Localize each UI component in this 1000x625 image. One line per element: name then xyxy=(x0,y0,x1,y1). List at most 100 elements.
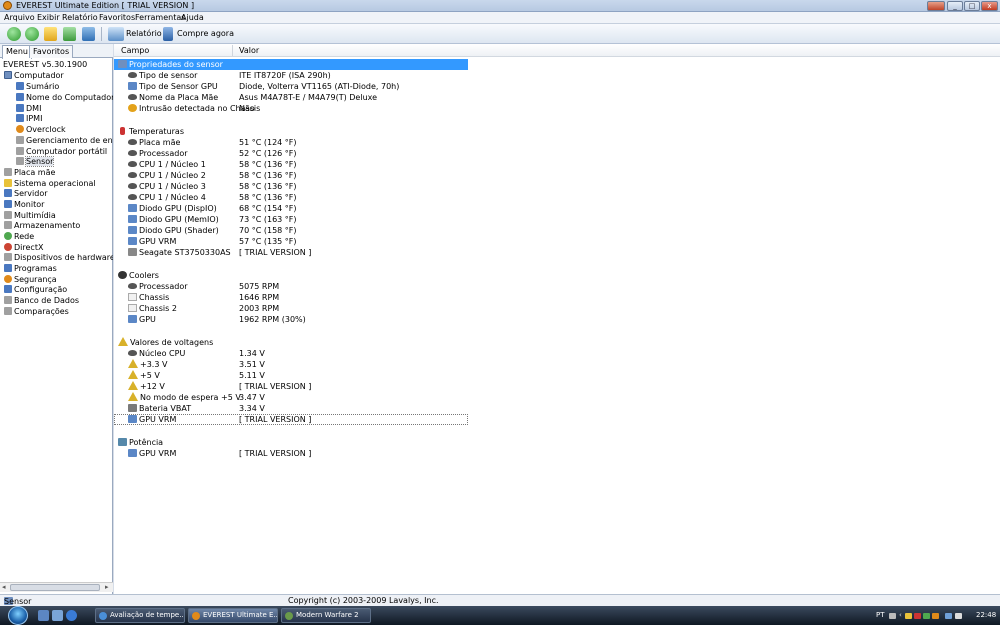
refresh-icon[interactable] xyxy=(63,27,76,41)
list-item[interactable]: Bateria VBAT 3.34 V xyxy=(114,403,468,414)
up-icon[interactable] xyxy=(44,27,57,41)
forward-icon[interactable] xyxy=(25,27,39,41)
tree-item-seguranca[interactable]: Segurança xyxy=(4,275,57,285)
buy-now-button[interactable]: Compre agora xyxy=(177,29,234,39)
section-header-potencia[interactable]: Potência xyxy=(114,437,468,448)
switch-windows-icon[interactable] xyxy=(52,610,63,621)
list-item[interactable]: CPU 1 / Núcleo 3 58 °C (136 °F) xyxy=(114,181,468,192)
tree-item-dispositivos-de-hardware[interactable]: Dispositivos de hardware xyxy=(4,253,113,263)
tab-menu[interactable]: Menu xyxy=(2,45,32,59)
tree-item-monitor[interactable]: Monitor xyxy=(4,200,44,210)
title-bar[interactable]: EVEREST Ultimate Edition [ TRIAL VERSION… xyxy=(0,0,1000,12)
tree-item-ipmi[interactable]: IPMI xyxy=(16,114,42,124)
scroll-right-icon[interactable]: ▸ xyxy=(105,583,109,592)
scroll-left-icon[interactable]: ◂ xyxy=(2,583,6,592)
volume-icon[interactable] xyxy=(955,613,962,619)
list-item[interactable]: CPU 1 / Núcleo 1 58 °C (136 °F) xyxy=(114,159,468,170)
buy-now-icon[interactable] xyxy=(163,27,173,41)
tree-item-rede[interactable]: Rede xyxy=(4,232,34,242)
tree-item-placa-mae[interactable]: Placa mãe xyxy=(4,168,55,178)
section-header-temperaturas[interactable]: Temperaturas xyxy=(114,126,468,137)
list-item[interactable]: Núcleo CPU 1.34 V xyxy=(114,348,468,359)
menu-favoritos[interactable]: Favoritos xyxy=(99,13,135,23)
list-item[interactable]: No modo de espera +5 V 3.47 V xyxy=(114,392,468,403)
back-icon[interactable] xyxy=(7,27,21,41)
tree-item-computador-portatil[interactable]: Computador portátil xyxy=(16,147,107,157)
section-header-propriedades-do-sensor[interactable]: Propriedades do sensor xyxy=(114,59,468,70)
menu-ajuda[interactable]: Ajuda xyxy=(181,13,204,23)
list-item[interactable]: +5 V 5.11 V xyxy=(114,370,468,381)
list-item[interactable]: Diodo GPU (MemIO) 73 °C (163 °F) xyxy=(114,214,468,225)
maximize-button[interactable]: □ xyxy=(964,1,980,11)
show-desktop-icon[interactable] xyxy=(38,610,49,621)
internet-explorer-icon[interactable] xyxy=(66,610,77,621)
tray-alert-icon[interactable] xyxy=(914,613,921,619)
tree-item-overclock[interactable]: Overclock xyxy=(16,125,66,135)
list-item[interactable]: Placa mãe 51 °C (124 °F) xyxy=(114,137,468,148)
report-button[interactable]: Relatório xyxy=(126,29,162,39)
tray-everest-icon[interactable] xyxy=(932,613,939,619)
list-item[interactable]: Tipo de sensor ITE IT8720F (ISA 290h) xyxy=(114,70,468,81)
close-button[interactable]: x xyxy=(981,1,998,11)
list-item[interactable]: Diodo GPU (Shader) 70 °C (158 °F) xyxy=(114,225,468,236)
list-item[interactable]: GPU VRM[ TRIAL VERSION ] xyxy=(114,448,468,459)
tree-item-nome-do-computador[interactable]: Nome do Computador xyxy=(16,93,113,103)
section-header-coolers[interactable]: Coolers xyxy=(114,270,468,281)
minimize-button[interactable]: _ xyxy=(947,1,963,11)
taskbar-item-modern-warfare[interactable]: Modern Warfare 2 xyxy=(281,608,371,623)
list-item[interactable]: Processador 5075 RPM xyxy=(114,281,468,292)
tree-item-configuracao[interactable]: Configuração xyxy=(4,285,67,295)
column-divider[interactable] xyxy=(232,45,233,56)
taskbar-item-avaliacao[interactable]: Avaliação de tempe... xyxy=(95,608,185,623)
list-item[interactable]: Seagate ST3750330AS[ TRIAL VERSION ] xyxy=(114,247,468,258)
navigation-horizontal-scrollbar[interactable]: ◂ ▸ xyxy=(0,582,113,592)
menu-relatorio[interactable]: Relatório xyxy=(62,13,98,23)
list-item[interactable]: Diodo GPU (DispIO) 68 °C (154 °F) xyxy=(114,203,468,214)
column-header-value[interactable]: Valor xyxy=(239,46,259,55)
tree-item-sumario[interactable]: Sumário xyxy=(16,82,59,92)
tree-item-directx[interactable]: DirectX xyxy=(4,243,43,253)
list-item[interactable]: +12 V[ TRIAL VERSION ] xyxy=(114,381,468,392)
tree-item-banco-de-dados[interactable]: Banco de Dados xyxy=(4,296,79,306)
report-icon[interactable] xyxy=(108,27,124,41)
taskbar-item-everest[interactable]: EVEREST Ultimate E... xyxy=(188,608,278,623)
list-item[interactable]: Nome da Placa Mãe Asus M4A78T-E / M4A79(T… xyxy=(114,92,468,103)
keyboard-icon[interactable] xyxy=(889,613,896,619)
list-item[interactable]: GPU VRM 57 °C (135 °F) xyxy=(114,236,468,247)
tree-item-gerenciamento-de-energia[interactable]: Gerenciamento de energia xyxy=(16,136,113,146)
scrollbar-thumb[interactable] xyxy=(10,584,100,591)
tray-app-icon[interactable] xyxy=(905,613,912,619)
tree-item-dmi[interactable]: DMI xyxy=(16,104,41,114)
tray-status-icon[interactable] xyxy=(923,613,930,619)
clock[interactable]: 22:48 xyxy=(976,608,996,623)
tray-expand-icon[interactable]: ‹ xyxy=(899,608,902,623)
list-item[interactable]: Processador 52 °C (126 °F) xyxy=(114,148,468,159)
everest-app-icon[interactable] xyxy=(3,1,12,10)
list-item[interactable]: Chassis 1646 RPM xyxy=(114,292,468,303)
users-icon[interactable] xyxy=(82,27,95,41)
language-indicator[interactable]: PT xyxy=(876,608,885,623)
tree-item-multimidia[interactable]: Multimídia xyxy=(4,211,56,221)
tab-favoritos[interactable]: Favoritos xyxy=(29,45,74,58)
list-item[interactable]: Intrusão detectada no Chassis Não xyxy=(114,103,468,114)
column-header-field[interactable]: Campo xyxy=(121,46,149,55)
tree-item-comparacoes[interactable]: Comparações xyxy=(4,307,69,317)
tree-item-sensor[interactable]: Sensor xyxy=(16,156,55,167)
list-item[interactable]: GPU VRM[ TRIAL VERSION ] xyxy=(114,414,468,425)
list-item[interactable]: Chassis 2 2003 RPM xyxy=(114,303,468,314)
network-icon[interactable] xyxy=(945,613,952,619)
tree-item-armazenamento[interactable]: Armazenamento xyxy=(4,221,80,231)
section-header-valores-de-voltagens[interactable]: Valores de voltagens xyxy=(114,337,468,348)
list-item[interactable]: GPU 1962 RPM (30%) xyxy=(114,314,468,325)
start-button[interactable] xyxy=(8,606,28,625)
list-item[interactable]: CPU 1 / Núcleo 2 58 °C (136 °F) xyxy=(114,170,468,181)
list-item[interactable]: Tipo de Sensor GPU Diode, Volterra VT1165… xyxy=(114,81,468,92)
list-item[interactable]: +3.3 V 3.51 V xyxy=(114,359,468,370)
list-item[interactable]: CPU 1 / Núcleo 4 58 °C (136 °F) xyxy=(114,192,468,203)
tree-item-programas[interactable]: Programas xyxy=(4,264,57,274)
tree-item-computador[interactable]: Computador xyxy=(4,71,64,81)
tree-item-servidor[interactable]: Servidor xyxy=(4,189,48,199)
tree-item-sistema-operacional[interactable]: Sistema operacional xyxy=(4,179,96,189)
menu-ferramentas[interactable]: Ferramentas xyxy=(135,13,185,23)
menu-exibir[interactable]: Exibir xyxy=(37,13,60,23)
